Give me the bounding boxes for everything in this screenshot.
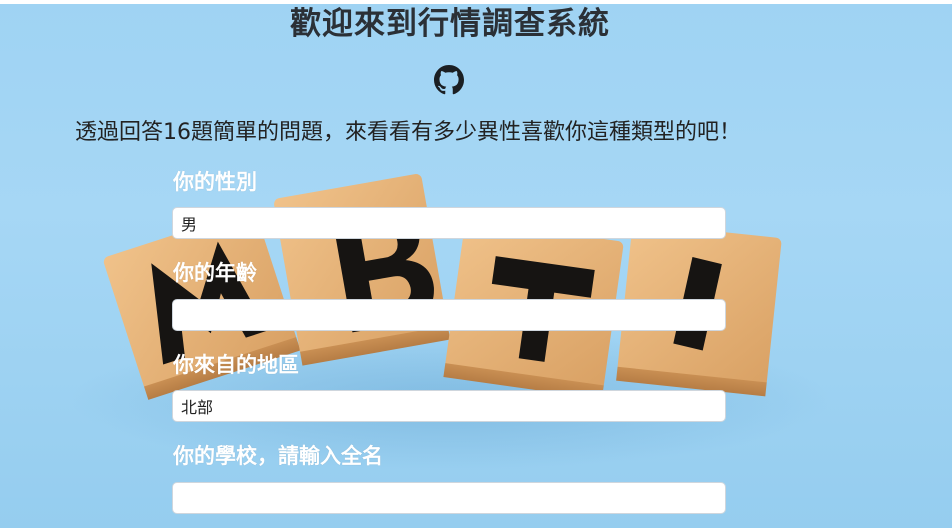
school-field[interactable] xyxy=(172,482,726,514)
age-field[interactable] xyxy=(172,299,726,331)
gender-field[interactable] xyxy=(172,207,726,239)
mbti-blocks-image xyxy=(70,174,830,470)
page: 歡迎來到行情調查系統 透過回答16題簡單的問題，來看看有多少異性喜歡你這種類型的… xyxy=(0,0,952,528)
block-b xyxy=(274,174,451,366)
region-field[interactable] xyxy=(172,390,726,422)
age-label: 你的年齡 xyxy=(173,261,257,285)
gender-label: 你的性別 xyxy=(173,170,257,194)
github-icon[interactable] xyxy=(434,65,464,95)
school-label: 你的學校，請輸入全名 xyxy=(173,444,383,468)
region-label: 你來自的地區 xyxy=(173,353,299,377)
page-subtitle: 透過回答16題簡單的問題，來看看有多少異性喜歡你這種類型的吧！ xyxy=(75,120,741,145)
page-title: 歡迎來到行情調查系統 xyxy=(290,6,610,42)
